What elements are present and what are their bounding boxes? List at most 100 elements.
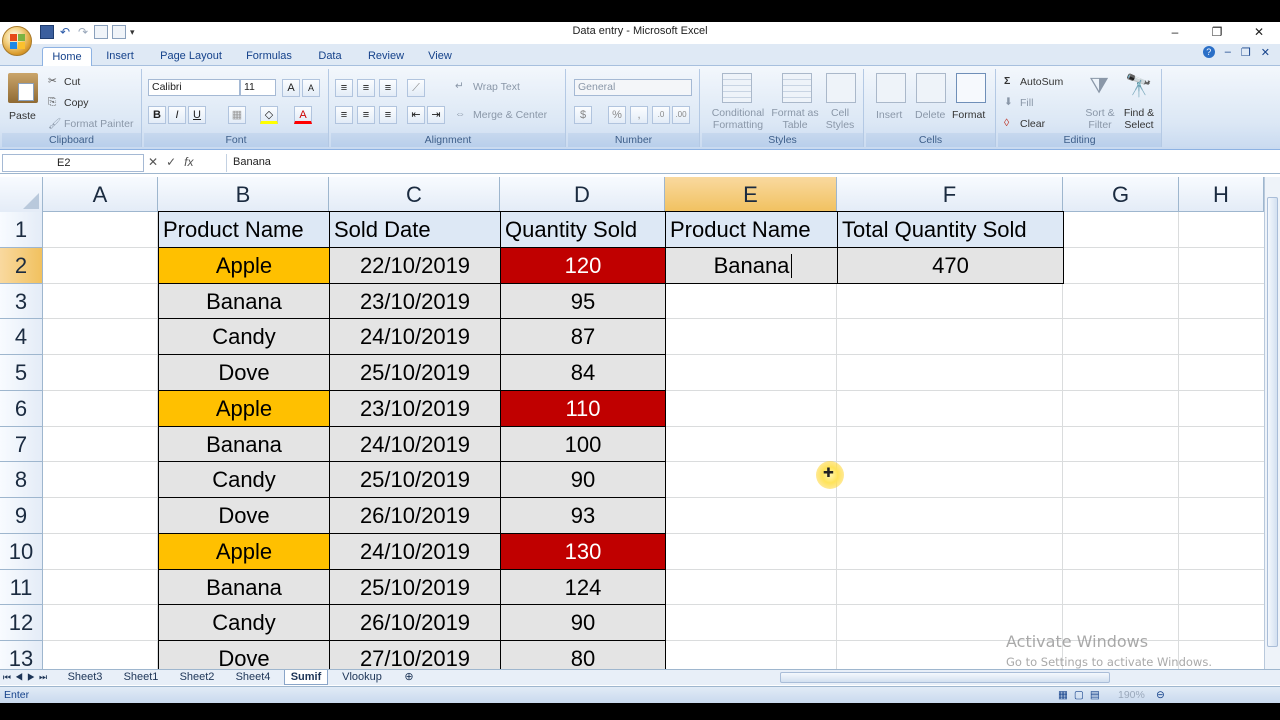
table-cell[interactable]: 24/10/2019 — [329, 425, 501, 463]
table-cell[interactable]: 93 — [500, 497, 666, 534]
tab-insert[interactable]: Insert — [100, 47, 140, 66]
shrink-font-icon[interactable]: A — [302, 79, 320, 97]
table-cell[interactable]: Dove — [158, 354, 330, 391]
table-cell[interactable]: 24/10/2019 — [329, 318, 501, 355]
align-left-icon[interactable]: ≡ — [335, 106, 353, 124]
table-cell[interactable]: 100 — [500, 425, 666, 463]
table-cell[interactable]: 27/10/2019 — [329, 640, 501, 669]
tab-formulas[interactable]: Formulas — [240, 47, 298, 66]
table-cell[interactable]: 26/10/2019 — [329, 604, 501, 641]
table-cell[interactable]: Candy — [158, 604, 330, 641]
ribbon-close-icon[interactable]: ✕ — [1261, 46, 1270, 59]
grow-font-icon[interactable]: A — [282, 79, 300, 97]
underline-button[interactable]: U — [188, 106, 206, 124]
insert-sheet-icon[interactable]: ⊕ — [398, 670, 420, 685]
table-cell[interactable]: 24/10/2019 — [329, 532, 501, 570]
tab-home[interactable]: Home — [42, 47, 92, 66]
table-cell[interactable]: Banana — [158, 282, 330, 320]
table-cell[interactable]: 80 — [500, 640, 666, 669]
confirm-entry-icon[interactable]: ✓ — [166, 155, 176, 169]
table-cell[interactable]: Dove — [158, 497, 330, 534]
tab-page-layout[interactable]: Page Layout — [154, 47, 228, 66]
table-cell[interactable]: 22/10/2019 — [329, 246, 501, 284]
table-cell[interactable]: Apple — [158, 246, 330, 284]
close-button[interactable]: ✕ — [1238, 22, 1280, 42]
row-header-7[interactable]: 7 — [0, 426, 43, 463]
delete-cells-button[interactable]: Delete — [915, 109, 945, 121]
restore-button[interactable]: ❐ — [1196, 22, 1238, 42]
copy-button[interactable]: Copy — [64, 97, 89, 109]
office-button[interactable] — [2, 26, 32, 56]
table-cell[interactable]: Candy — [158, 318, 330, 355]
table-cell[interactable]: Apple — [158, 389, 330, 427]
number-format-select[interactable]: General — [574, 79, 692, 96]
format-cells-button[interactable]: Format — [952, 109, 985, 121]
align-bottom-icon[interactable]: ≡ — [379, 79, 397, 97]
row-header-10[interactable]: 10 — [0, 533, 43, 570]
column-header-g[interactable]: G — [1063, 177, 1179, 212]
table-cell[interactable]: 87 — [500, 318, 666, 355]
merge-center-icon[interactable]: ⇔ — [455, 108, 466, 120]
table-cell[interactable]: Dove — [158, 640, 330, 669]
table-cell[interactable]: Banana — [158, 568, 330, 606]
name-box[interactable]: E2 — [2, 154, 144, 172]
row-header-6[interactable]: 6 — [0, 390, 43, 427]
table-cell[interactable]: 130 — [500, 532, 666, 570]
font-color-icon[interactable]: A — [294, 106, 312, 124]
column-header-h[interactable]: H — [1179, 177, 1264, 212]
sort-filter-button[interactable]: Sort & Filter — [1078, 107, 1122, 131]
cut-button[interactable]: Cut — [64, 76, 80, 88]
worksheet-grid[interactable]: ABCDEFGH 1 2 3 4 5 6 7 8 9 10 11 12 13 Product Name S… — [0, 177, 1264, 669]
table-header-cell[interactable]: Sold Date — [329, 211, 501, 248]
find-select-icon[interactable]: 🔭 — [1124, 73, 1154, 103]
row-header-2[interactable]: 2 — [0, 247, 43, 284]
row-header-13[interactable]: 13 — [0, 641, 43, 669]
zoom-level[interactable]: 190% — [1118, 687, 1145, 703]
paste-button[interactable]: Paste — [9, 110, 36, 122]
table-cell[interactable]: 25/10/2019 — [329, 354, 501, 391]
sheet-tab-sheet3[interactable]: Sheet3 — [60, 670, 110, 685]
table-cell[interactable]: 110 — [500, 389, 666, 427]
conditional-formatting-button[interactable]: Conditional Formatting — [708, 107, 768, 131]
minimize-button[interactable]: – — [1154, 22, 1196, 42]
row-header-9[interactable]: 9 — [0, 498, 43, 534]
format-painter-button[interactable]: Format Painter — [64, 118, 133, 130]
italic-button[interactable]: I — [168, 106, 186, 124]
row-header-11[interactable]: 11 — [0, 569, 43, 606]
paste-icon[interactable] — [8, 73, 38, 103]
horizontal-scroll-thumb[interactable] — [780, 672, 1110, 683]
table-cell[interactable]: 84 — [500, 354, 666, 391]
format-as-table-icon[interactable] — [782, 73, 812, 103]
align-right-icon[interactable]: ≡ — [379, 106, 397, 124]
insert-cells-icon[interactable] — [876, 73, 906, 103]
currency-button[interactable]: $ — [574, 106, 592, 124]
sheet-tab-vlookup[interactable]: Vlookup — [336, 670, 388, 685]
column-header-f[interactable]: F — [837, 177, 1063, 212]
table-cell[interactable]: Apple — [158, 532, 330, 570]
select-all-corner[interactable] — [0, 177, 43, 212]
formula-input[interactable]: Banana — [226, 154, 1266, 172]
delete-cells-icon[interactable] — [916, 73, 946, 103]
table-cell[interactable]: 90 — [500, 461, 666, 498]
clear-icon[interactable]: ◊ — [1004, 117, 1009, 129]
font-size-select[interactable]: 11 — [240, 79, 276, 96]
cut-icon[interactable]: ✂ — [48, 75, 57, 87]
summary-header-product[interactable]: Product Name — [665, 211, 838, 248]
format-cells-icon[interactable] — [956, 73, 986, 103]
zoom-slider[interactable]: ⊖ — [1156, 687, 1165, 703]
table-cell[interactable]: 23/10/2019 — [329, 389, 501, 427]
table-header-cell[interactable]: Product Name — [158, 211, 330, 248]
table-cell[interactable]: 25/10/2019 — [329, 568, 501, 606]
cell-styles-button[interactable]: Cell Styles — [820, 107, 860, 131]
autosum-icon[interactable]: Σ — [1004, 75, 1010, 87]
row-header-12[interactable]: 12 — [0, 605, 43, 641]
align-middle-icon[interactable]: ≡ — [357, 79, 375, 97]
wrap-text-button[interactable]: Wrap Text — [473, 81, 520, 93]
increase-indent-icon[interactable]: ⇥ — [427, 106, 445, 124]
tab-view[interactable]: View — [420, 47, 460, 66]
column-header-e[interactable]: E — [665, 177, 837, 212]
cell-styles-icon[interactable] — [826, 73, 856, 103]
autosum-button[interactable]: AutoSum — [1020, 76, 1063, 88]
summary-total-cell[interactable]: 470 — [837, 246, 1064, 284]
conditional-formatting-icon[interactable] — [722, 73, 752, 103]
